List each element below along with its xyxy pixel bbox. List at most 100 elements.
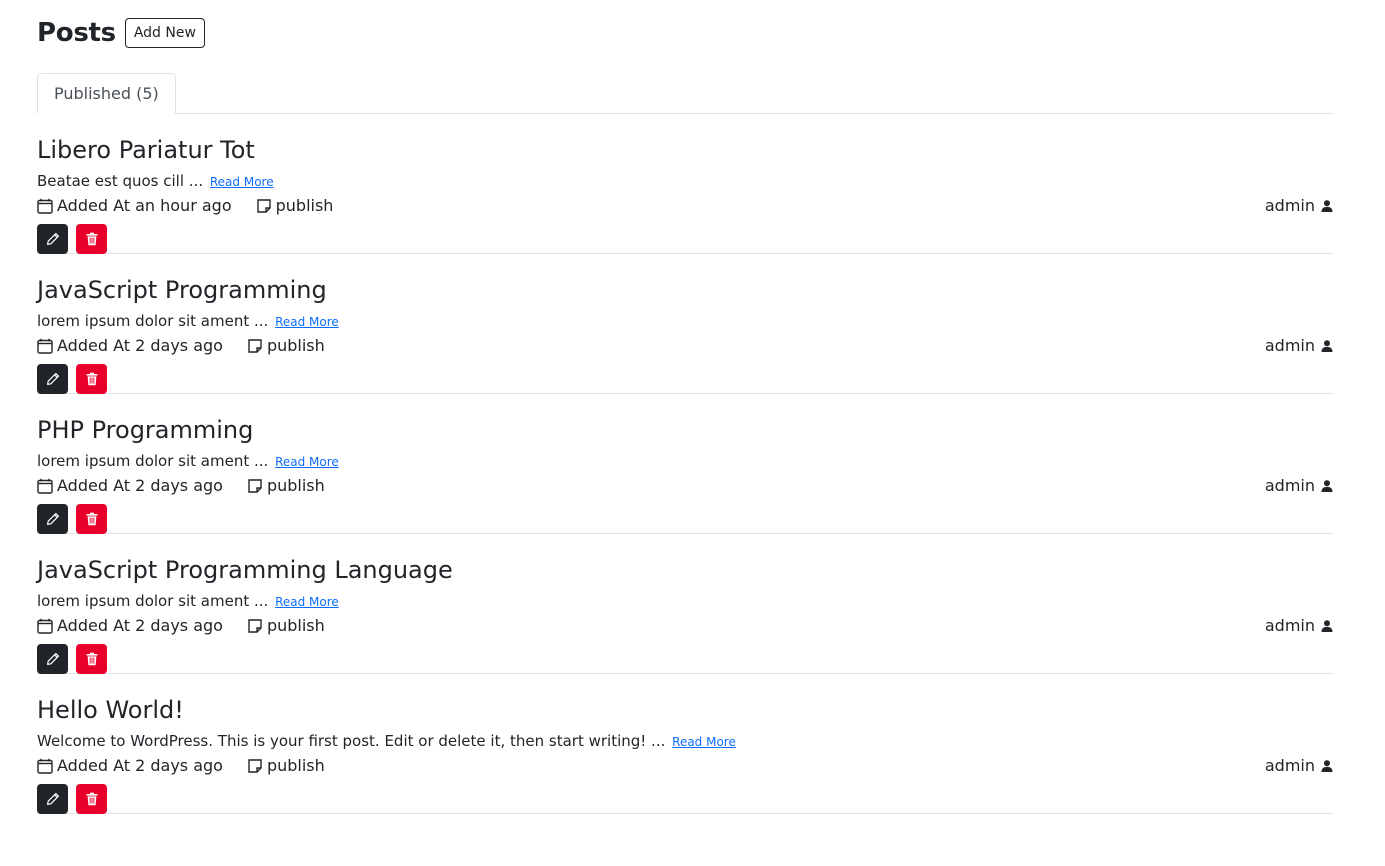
sticky-note-icon <box>247 338 263 354</box>
post-item: JavaScript Programming Language lorem ip… <box>37 534 1333 674</box>
read-more-link[interactable]: Read More <box>275 595 339 609</box>
delete-post-button[interactable] <box>76 224 107 254</box>
pencil-icon <box>46 232 60 246</box>
page-header: Posts Add New <box>37 0 1333 66</box>
person-icon <box>1321 619 1333 632</box>
person-icon <box>1321 759 1333 772</box>
post-excerpt-text: lorem ipsum dolor sit ament ... <box>37 592 269 610</box>
post-excerpt-text: lorem ipsum dolor sit ament ... <box>37 312 269 330</box>
calendar-icon <box>37 758 53 774</box>
edit-post-button[interactable] <box>37 364 68 394</box>
post-date: Added At 2 days ago <box>57 336 223 355</box>
post-actions <box>37 364 107 394</box>
post-status-text: publish <box>266 756 325 775</box>
post-excerpt: lorem ipsum dolor sit ament ... Read Mor… <box>37 592 339 610</box>
person-icon <box>1321 479 1333 492</box>
post-excerpt-text: Beatae est quos cill ... <box>37 172 204 190</box>
sticky-note-icon <box>247 478 263 494</box>
post-excerpt: Welcome to WordPress. This is your first… <box>37 732 736 750</box>
person-icon <box>1321 339 1333 352</box>
post-excerpt: Beatae est quos cill ... Read More <box>37 172 274 190</box>
delete-post-button[interactable] <box>76 784 107 814</box>
post-date: Added At an hour ago <box>57 196 232 215</box>
post-meta: Added At 2 days ago publish <box>37 616 325 635</box>
post-item: PHP Programming lorem ipsum dolor sit am… <box>37 394 1333 534</box>
post-author-name: admin <box>1264 196 1315 215</box>
post-author-name: admin <box>1264 476 1315 495</box>
post-author: admin <box>1265 336 1333 355</box>
post-excerpt-text: Welcome to WordPress. This is your first… <box>37 732 666 750</box>
post-status-text: publish <box>266 476 325 495</box>
status-tabs: Published (5) <box>37 72 1333 114</box>
post-status-text: publish <box>266 616 325 635</box>
post-status-text: publish <box>275 196 334 215</box>
read-more-link[interactable]: Read More <box>672 735 736 749</box>
post-list: Libero Pariatur Tot Beatae est quos cill… <box>37 114 1333 814</box>
post-title: Hello World! <box>37 696 184 724</box>
post-excerpt: lorem ipsum dolor sit ament ... Read Mor… <box>37 312 339 330</box>
post-author: admin <box>1265 196 1333 215</box>
post-status: publish <box>247 476 325 495</box>
post-actions <box>37 644 107 674</box>
post-item: JavaScript Programming lorem ipsum dolor… <box>37 254 1333 394</box>
post-status: publish <box>247 336 325 355</box>
post-item: Libero Pariatur Tot Beatae est quos cill… <box>37 114 1333 254</box>
trash-icon <box>85 512 99 526</box>
trash-icon <box>85 232 99 246</box>
read-more-link[interactable]: Read More <box>275 455 339 469</box>
trash-icon <box>85 792 99 806</box>
post-status-text: publish <box>266 336 325 355</box>
person-icon <box>1321 199 1333 212</box>
post-actions <box>37 224 107 254</box>
sticky-note-icon <box>256 198 272 214</box>
post-meta: Added At an hour ago publish <box>37 196 333 215</box>
read-more-link[interactable]: Read More <box>210 175 274 189</box>
trash-icon <box>85 372 99 386</box>
pencil-icon <box>46 792 60 806</box>
read-more-link[interactable]: Read More <box>275 315 339 329</box>
edit-post-button[interactable] <box>37 224 68 254</box>
delete-post-button[interactable] <box>76 504 107 534</box>
post-author: admin <box>1265 756 1333 775</box>
pencil-icon <box>46 512 60 526</box>
post-title: JavaScript Programming <box>37 276 327 304</box>
post-title: PHP Programming <box>37 416 254 444</box>
post-author: admin <box>1265 476 1333 495</box>
post-date: Added At 2 days ago <box>57 616 223 635</box>
pencil-icon <box>46 652 60 666</box>
post-status: publish <box>256 196 334 215</box>
sticky-note-icon <box>247 618 263 634</box>
post-meta: Added At 2 days ago publish <box>37 476 325 495</box>
tab-published[interactable]: Published (5) <box>37 73 176 114</box>
sticky-note-icon <box>247 758 263 774</box>
trash-icon <box>85 652 99 666</box>
posts-page: Posts Add New Published (5) Libero Paria… <box>37 0 1333 814</box>
post-title: Libero Pariatur Tot <box>37 136 255 164</box>
add-new-button[interactable]: Add New <box>124 18 205 48</box>
delete-post-button[interactable] <box>76 364 107 394</box>
post-item: Hello World! Welcome to WordPress. This … <box>37 674 1333 814</box>
post-meta: Added At 2 days ago publish <box>37 336 325 355</box>
edit-post-button[interactable] <box>37 504 68 534</box>
post-actions <box>37 504 107 534</box>
post-author-name: admin <box>1264 616 1315 635</box>
calendar-icon <box>37 198 53 214</box>
edit-post-button[interactable] <box>37 784 68 814</box>
delete-post-button[interactable] <box>76 644 107 674</box>
calendar-icon <box>37 618 53 634</box>
edit-post-button[interactable] <box>37 644 68 674</box>
page-title: Posts <box>37 18 116 48</box>
post-author-name: admin <box>1264 336 1315 355</box>
post-actions <box>37 784 107 814</box>
post-excerpt-text: lorem ipsum dolor sit ament ... <box>37 452 269 470</box>
pencil-icon <box>46 372 60 386</box>
post-author-name: admin <box>1264 756 1315 775</box>
post-status: publish <box>247 756 325 775</box>
post-author: admin <box>1265 616 1333 635</box>
calendar-icon <box>37 478 53 494</box>
post-date: Added At 2 days ago <box>57 756 223 775</box>
calendar-icon <box>37 338 53 354</box>
post-date: Added At 2 days ago <box>57 476 223 495</box>
post-excerpt: lorem ipsum dolor sit ament ... Read Mor… <box>37 452 339 470</box>
post-status: publish <box>247 616 325 635</box>
